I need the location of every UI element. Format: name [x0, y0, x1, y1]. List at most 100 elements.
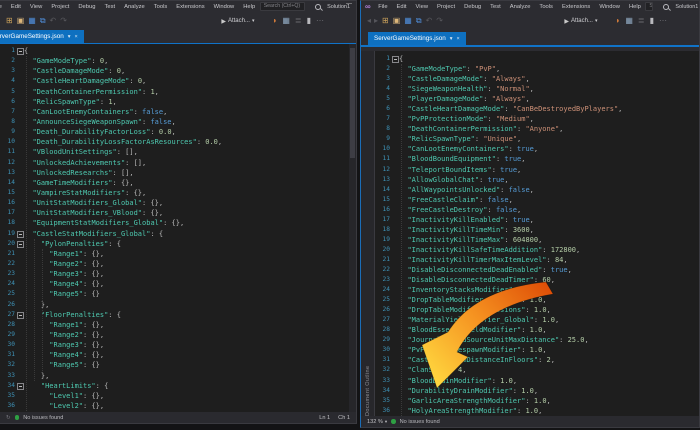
attach-button[interactable]: ▶ Attach... ▾	[564, 18, 597, 25]
undo-icon[interactable]: ↶	[426, 16, 433, 26]
results-grid-icon[interactable]: ▦	[625, 16, 633, 26]
search-icon[interactable]	[663, 4, 669, 10]
menu-item-debug[interactable]: Debug	[74, 4, 100, 10]
indent-icon[interactable]: ≣	[295, 16, 302, 26]
open-folder-icon[interactable]: ▣	[17, 16, 25, 26]
save-icon[interactable]: ▦	[28, 16, 36, 26]
save-all-icon[interactable]: ⧉	[40, 16, 46, 26]
menu-item-help[interactable]: Help	[624, 4, 645, 10]
fold-toggle-icon[interactable]	[15, 229, 24, 239]
save-icon[interactable]: ▦	[404, 16, 412, 26]
code-editor[interactable]: 1{2 "GameModeType": 0,3 "CastleDamageMod…	[0, 44, 356, 412]
tab-title: ServerGameSettings.json	[0, 33, 64, 40]
menu-item-project[interactable]: Project	[47, 4, 74, 10]
scrollbar-thumb[interactable]	[350, 48, 355, 158]
fold-toggle-icon[interactable]	[15, 381, 24, 391]
code-line: 19 "InactivityKillTimeMax": 604800,	[375, 235, 699, 245]
menu-item-edit[interactable]: Edit	[6, 4, 25, 10]
tab-close-icon[interactable]: ×	[75, 34, 78, 40]
more-commands-icon[interactable]: ⋯	[659, 16, 667, 26]
document-outline-tab[interactable]: Document Outline	[361, 51, 375, 416]
new-project-icon[interactable]: ⊞	[382, 16, 389, 26]
code-text: "GarlicAreaStrengthModifier": 1.0,	[399, 396, 551, 406]
code-text: "InventoryStacksModifier": 1.0,	[399, 285, 538, 295]
bookmark-icon[interactable]: ▮	[650, 16, 654, 26]
code-line: 26 "DropTableModifier_Missions": 1.0,	[375, 305, 699, 315]
code-text: "Level2": {},	[24, 401, 104, 411]
redo-icon[interactable]: ↷	[436, 16, 443, 26]
code-text: "CastleHeartDamageMode": "CanBeDestroyed…	[399, 104, 622, 114]
fold-gutter	[15, 97, 24, 107]
menu-item-tools[interactable]: Tools	[149, 4, 172, 10]
comment-icon[interactable]: ◗	[272, 16, 277, 26]
issues-ok-icon	[15, 415, 20, 420]
nav-back-icon[interactable]: ◂	[367, 16, 371, 26]
more-commands-icon[interactable]: ⋯	[316, 16, 324, 26]
tab-dropdown-icon[interactable]: ▾	[450, 36, 453, 42]
vertical-scrollbar[interactable]	[349, 44, 356, 412]
new-project-icon[interactable]: ⊞	[6, 16, 13, 26]
code-text: "UnitStatModifiers_VBlood": {},	[24, 208, 163, 218]
indent-icon[interactable]: ≣	[638, 16, 645, 26]
menu-item-window[interactable]: Window	[595, 4, 625, 10]
line-number: 33	[375, 376, 390, 386]
fold-gutter	[15, 178, 24, 188]
line-number: 24	[0, 279, 15, 289]
line-number: 30	[375, 345, 390, 355]
menu-item-help[interactable]: Help	[239, 4, 260, 10]
attach-button[interactable]: ▶ Attach... ▾	[221, 18, 254, 25]
tab-servergamesettings[interactable]: ServerGameSettings.json ▾ ×	[368, 32, 466, 45]
menu-item-extensions[interactable]: Extensions	[172, 4, 209, 10]
fold-toggle-icon[interactable]	[15, 239, 24, 249]
code-line: 8 "DeathContainerPermission": "Anyone",	[375, 124, 699, 134]
menu-item-analyze[interactable]: Analyze	[120, 4, 150, 10]
fold-gutter	[390, 396, 399, 406]
menu-item-view[interactable]: View	[411, 4, 432, 10]
fold-toggle-icon[interactable]	[15, 310, 24, 320]
tab-servergamesettings[interactable]: ServerGameSettings.json ▾ ×	[0, 30, 84, 43]
menu-item-window[interactable]: Window	[209, 4, 239, 10]
menu-item-test[interactable]: Test	[486, 4, 506, 10]
tab-dropdown-icon[interactable]: ▾	[68, 34, 71, 40]
menu-item-file[interactable]: File	[374, 4, 392, 10]
code-line: 32 "ClanSize": 4,	[375, 365, 699, 375]
code-text: {	[24, 46, 28, 56]
code-editor[interactable]: 1{2 "GameModeType": "PvP",3 "CastleDamag…	[375, 51, 699, 416]
search-input[interactable]: Search (Ctrl+Q)	[260, 2, 305, 11]
code-line: 36 "Level2": {},	[0, 401, 356, 411]
menu-item-extensions[interactable]: Extensions	[557, 4, 594, 10]
search-input[interactable]: Search (Ctrl+Q)	[645, 2, 653, 11]
minimize-icon[interactable]: —	[346, 1, 352, 7]
menu-item-project[interactable]: Project	[433, 4, 460, 10]
menu-item-analyze[interactable]: Analyze	[505, 4, 535, 10]
solution-label: Solution1	[675, 4, 698, 10]
code-text: "AnnounceSiegeWeaponSpawn": false,	[24, 117, 176, 127]
bookmark-icon[interactable]: ▮	[307, 16, 311, 26]
sync-icon[interactable]: ↻	[6, 415, 11, 421]
nav-forward-icon[interactable]: ▸	[374, 16, 378, 26]
tab-close-icon[interactable]: ×	[457, 36, 460, 42]
menu-item-edit[interactable]: Edit	[392, 4, 411, 10]
code-text: "CanLootEnemyContainers": true,	[399, 144, 538, 154]
redo-icon[interactable]: ↷	[60, 16, 67, 26]
fold-toggle-icon[interactable]	[15, 46, 24, 56]
menu-item-debug[interactable]: Debug	[460, 4, 486, 10]
attach-dropdown-icon[interactable]: ▾	[595, 18, 598, 24]
save-all-icon[interactable]: ⧉	[416, 16, 422, 26]
menu-item-tools[interactable]: Tools	[535, 4, 558, 10]
zoom-select[interactable]: 132 % ▾	[367, 419, 387, 425]
search-icon[interactable]	[315, 4, 321, 10]
undo-icon[interactable]: ↶	[50, 16, 57, 26]
menu-list: FileEditViewProjectDebugTestAnalyzeTools…	[0, 4, 260, 10]
results-grid-icon[interactable]: ▦	[282, 16, 290, 26]
attach-dropdown-icon[interactable]: ▾	[252, 18, 255, 24]
tab-title: ServerGameSettings.json	[374, 35, 446, 42]
comment-icon[interactable]: ◗	[615, 16, 620, 26]
fold-toggle-icon[interactable]	[390, 54, 399, 64]
code-text: "Death_DurabilityLossFactorAsResources":…	[24, 137, 222, 147]
menu-item-view[interactable]: View	[25, 4, 46, 10]
menu-item-test[interactable]: Test	[100, 4, 120, 10]
open-folder-icon[interactable]: ▣	[393, 16, 401, 26]
status-bar: 132 % ▾ No issues found	[361, 416, 699, 427]
code-line: 23 "DisableDisconnectedDeadTimer": 60,	[375, 275, 699, 285]
